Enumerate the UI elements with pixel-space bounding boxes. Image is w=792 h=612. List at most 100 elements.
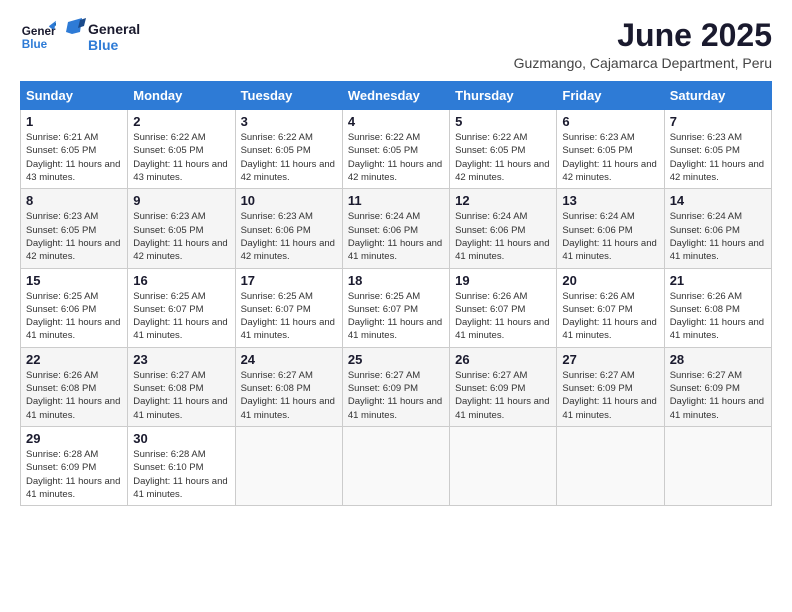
month-year-title: June 2025 (514, 18, 772, 53)
calendar-week-row: 29Sunrise: 6:28 AM Sunset: 6:09 PM Dayli… (21, 426, 772, 505)
calendar-day-cell (664, 426, 771, 505)
day-number: 18 (348, 273, 444, 288)
calendar-day-cell: 11Sunrise: 6:24 AM Sunset: 6:06 PM Dayli… (342, 189, 449, 268)
day-sun-info: Sunrise: 6:25 AM Sunset: 6:07 PM Dayligh… (241, 290, 337, 343)
calendar-day-header: Wednesday (342, 82, 449, 110)
day-number: 15 (26, 273, 122, 288)
day-sun-info: Sunrise: 6:27 AM Sunset: 6:09 PM Dayligh… (670, 369, 766, 422)
calendar-day-cell: 5Sunrise: 6:22 AM Sunset: 6:05 PM Daylig… (450, 110, 557, 189)
day-number: 7 (670, 114, 766, 129)
calendar-day-cell: 14Sunrise: 6:24 AM Sunset: 6:06 PM Dayli… (664, 189, 771, 268)
calendar-day-cell: 16 Sunrise: 6:25 AM Sunset: 6:07 PM Dayli… (128, 268, 235, 347)
calendar-day-cell: 18 Sunrise: 6:25 AM Sunset: 6:07 PM Dayli… (342, 268, 449, 347)
calendar-day-cell (342, 426, 449, 505)
calendar-day-cell: 15 Sunrise: 6:25 AM Sunset: 6:06 PM Dayli… (21, 268, 128, 347)
day-number: 23 (133, 352, 229, 367)
day-number: 20 (562, 273, 658, 288)
calendar-day-cell: 17Sunrise: 6:25 AM Sunset: 6:07 PM Dayli… (235, 268, 342, 347)
calendar-day-cell: 13Sunrise: 6:24 AM Sunset: 6:06 PM Dayli… (557, 189, 664, 268)
calendar-week-row: 8 Sunrise: 6:23 AM Sunset: 6:05 PM Daylig… (21, 189, 772, 268)
day-sun-info: Sunrise: 6:27 AM Sunset: 6:09 PM Dayligh… (562, 369, 658, 422)
svg-text:Blue: Blue (22, 38, 48, 51)
calendar-day-cell: 10 Sunrise: 6:23 AM Sunset: 6:06 PM Dayli… (235, 189, 342, 268)
calendar-day-cell: 12Sunrise: 6:24 AM Sunset: 6:06 PM Dayli… (450, 189, 557, 268)
calendar-day-header: Monday (128, 82, 235, 110)
calendar-week-row: 22 Sunrise: 6:26 AM Sunset: 6:08 PM Dayli… (21, 347, 772, 426)
day-number: 8 (26, 193, 122, 208)
day-sun-info: Sunrise: 6:27 AM Sunset: 6:08 PM Dayligh… (133, 369, 229, 422)
day-sun-info: Sunrise: 6:26 AM Sunset: 6:07 PM Dayligh… (562, 290, 658, 343)
day-number: 25 (348, 352, 444, 367)
day-number: 28 (670, 352, 766, 367)
day-sun-info: Sunrise: 6:27 AM Sunset: 6:09 PM Dayligh… (348, 369, 444, 422)
day-sun-info: Sunrise: 6:23 AM Sunset: 6:06 PM Dayligh… (241, 210, 337, 263)
day-sun-info: Sunrise: 6:23 AM Sunset: 6:05 PM Dayligh… (670, 131, 766, 184)
calendar-day-cell: 8 Sunrise: 6:23 AM Sunset: 6:05 PM Daylig… (21, 189, 128, 268)
calendar-day-cell: 30Sunrise: 6:28 AM Sunset: 6:10 PM Dayli… (128, 426, 235, 505)
general-blue-logo-icon: General Blue (20, 19, 56, 55)
logo-svg: General Blue (60, 18, 150, 56)
day-sun-info: Sunrise: 6:24 AM Sunset: 6:06 PM Dayligh… (670, 210, 766, 263)
calendar-day-header: Saturday (664, 82, 771, 110)
day-number: 11 (348, 193, 444, 208)
calendar-day-header: Thursday (450, 82, 557, 110)
day-number: 10 (241, 193, 337, 208)
calendar-day-cell: 25 Sunrise: 6:27 AM Sunset: 6:09 PM Dayli… (342, 347, 449, 426)
calendar-day-cell: 3 Sunrise: 6:22 AM Sunset: 6:05 PM Daylig… (235, 110, 342, 189)
day-number: 2 (133, 114, 229, 129)
day-number: 27 (562, 352, 658, 367)
calendar-header-row: SundayMondayTuesdayWednesdayThursdayFrid… (21, 82, 772, 110)
logo: General Blue General Blue (20, 18, 150, 56)
calendar-day-cell: 22 Sunrise: 6:26 AM Sunset: 6:08 PM Dayli… (21, 347, 128, 426)
day-sun-info: Sunrise: 6:28 AM Sunset: 6:09 PM Dayligh… (26, 448, 122, 501)
calendar-day-cell: 7 Sunrise: 6:23 AM Sunset: 6:05 PM Daylig… (664, 110, 771, 189)
calendar-day-header: Tuesday (235, 82, 342, 110)
day-sun-info: Sunrise: 6:25 AM Sunset: 6:06 PM Dayligh… (26, 290, 122, 343)
calendar-day-cell (450, 426, 557, 505)
calendar-day-header: Sunday (21, 82, 128, 110)
calendar-day-cell: 28 Sunrise: 6:27 AM Sunset: 6:09 PM Dayli… (664, 347, 771, 426)
day-sun-info: Sunrise: 6:22 AM Sunset: 6:05 PM Dayligh… (241, 131, 337, 184)
calendar-table: SundayMondayTuesdayWednesdayThursdayFrid… (20, 81, 772, 506)
title-area: June 2025 Guzmango, Cajamarca Department… (514, 18, 772, 71)
day-number: 3 (241, 114, 337, 129)
calendar-day-cell: 29Sunrise: 6:28 AM Sunset: 6:09 PM Dayli… (21, 426, 128, 505)
day-number: 30 (133, 431, 229, 446)
calendar-body: 1Sunrise: 6:21 AM Sunset: 6:05 PM Daylig… (21, 110, 772, 506)
day-sun-info: Sunrise: 6:26 AM Sunset: 6:08 PM Dayligh… (26, 369, 122, 422)
day-number: 19 (455, 273, 551, 288)
day-number: 1 (26, 114, 122, 129)
calendar-day-cell: 4 Sunrise: 6:22 AM Sunset: 6:05 PM Daylig… (342, 110, 449, 189)
svg-text:General: General (88, 21, 140, 37)
calendar-day-cell: 24 Sunrise: 6:27 AM Sunset: 6:08 PM Dayli… (235, 347, 342, 426)
day-sun-info: Sunrise: 6:25 AM Sunset: 6:07 PM Dayligh… (133, 290, 229, 343)
calendar-day-cell (557, 426, 664, 505)
calendar-day-cell: 6Sunrise: 6:23 AM Sunset: 6:05 PM Daylig… (557, 110, 664, 189)
day-sun-info: Sunrise: 6:27 AM Sunset: 6:09 PM Dayligh… (455, 369, 551, 422)
calendar-day-cell: 26Sunrise: 6:27 AM Sunset: 6:09 PM Dayli… (450, 347, 557, 426)
day-sun-info: Sunrise: 6:23 AM Sunset: 6:05 PM Dayligh… (562, 131, 658, 184)
day-number: 22 (26, 352, 122, 367)
day-sun-info: Sunrise: 6:22 AM Sunset: 6:05 PM Dayligh… (133, 131, 229, 184)
day-sun-info: Sunrise: 6:27 AM Sunset: 6:08 PM Dayligh… (241, 369, 337, 422)
calendar-day-header: Friday (557, 82, 664, 110)
calendar-day-cell: 21Sunrise: 6:26 AM Sunset: 6:08 PM Dayli… (664, 268, 771, 347)
calendar-week-row: 1Sunrise: 6:21 AM Sunset: 6:05 PM Daylig… (21, 110, 772, 189)
day-number: 13 (562, 193, 658, 208)
day-sun-info: Sunrise: 6:22 AM Sunset: 6:05 PM Dayligh… (348, 131, 444, 184)
day-sun-info: Sunrise: 6:25 AM Sunset: 6:07 PM Dayligh… (348, 290, 444, 343)
day-sun-info: Sunrise: 6:26 AM Sunset: 6:07 PM Dayligh… (455, 290, 551, 343)
day-number: 5 (455, 114, 551, 129)
day-sun-info: Sunrise: 6:23 AM Sunset: 6:05 PM Dayligh… (26, 210, 122, 263)
day-number: 4 (348, 114, 444, 129)
day-number: 16 (133, 273, 229, 288)
day-sun-info: Sunrise: 6:26 AM Sunset: 6:08 PM Dayligh… (670, 290, 766, 343)
location-subtitle: Guzmango, Cajamarca Department, Peru (514, 55, 772, 71)
calendar-day-cell: 1Sunrise: 6:21 AM Sunset: 6:05 PM Daylig… (21, 110, 128, 189)
calendar-day-cell: 23 Sunrise: 6:27 AM Sunset: 6:08 PM Dayli… (128, 347, 235, 426)
calendar-day-cell: 27 Sunrise: 6:27 AM Sunset: 6:09 PM Dayli… (557, 347, 664, 426)
day-number: 9 (133, 193, 229, 208)
calendar-day-cell: 19 Sunrise: 6:26 AM Sunset: 6:07 PM Dayli… (450, 268, 557, 347)
day-number: 12 (455, 193, 551, 208)
day-number: 24 (241, 352, 337, 367)
